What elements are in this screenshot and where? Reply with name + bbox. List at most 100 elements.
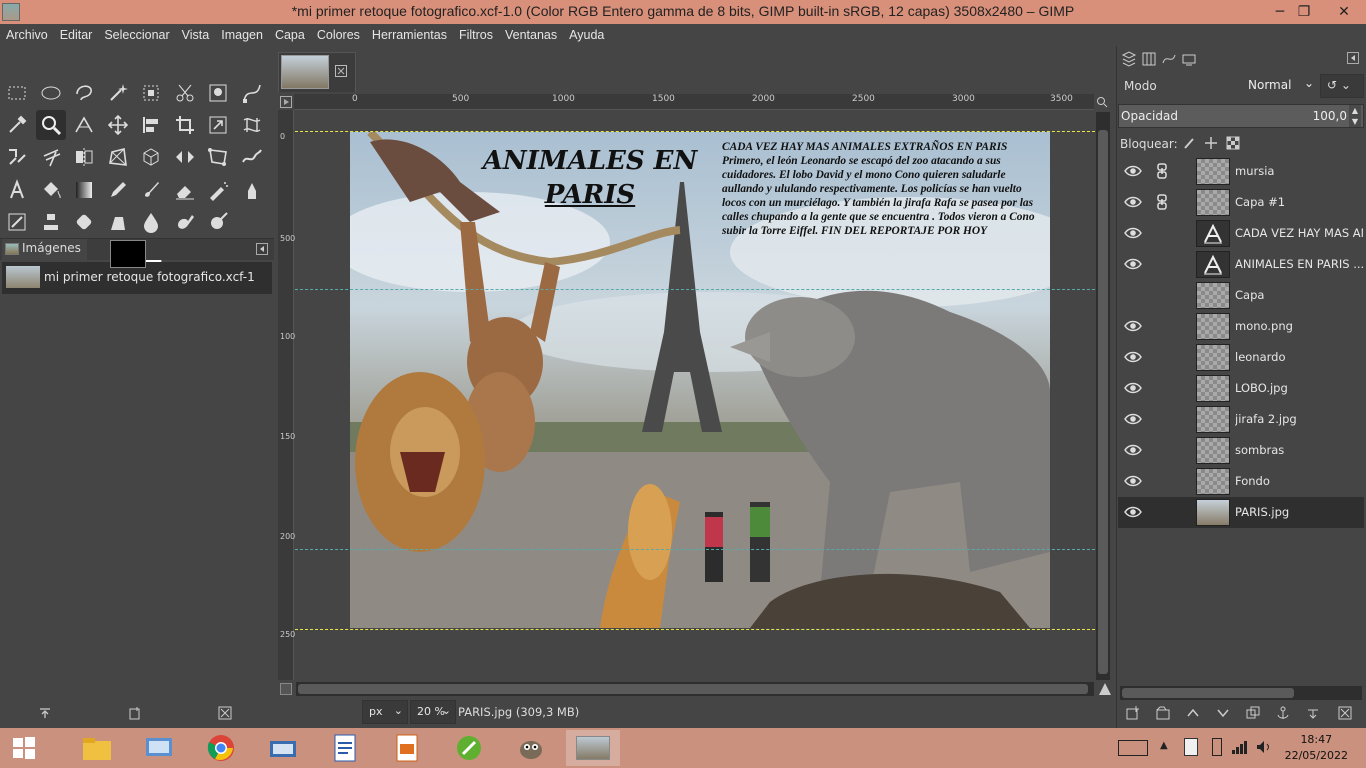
chain-toggle[interactable] xyxy=(1156,473,1168,489)
taskbar-keyboard-app[interactable] xyxy=(256,730,310,766)
chain-toggle[interactable] xyxy=(1156,380,1168,396)
layer-row[interactable]: Capa #1 xyxy=(1118,187,1364,218)
eye-icon[interactable] xyxy=(1124,473,1142,489)
zoom-select[interactable]: 20 % ⌄ xyxy=(410,700,456,724)
chain-toggle[interactable] xyxy=(1156,411,1168,427)
airbrush-icon[interactable] xyxy=(203,175,233,205)
taskbar-impress[interactable] xyxy=(380,730,434,766)
text-tool-icon[interactable] xyxy=(2,175,32,205)
layer-row[interactable]: sombras xyxy=(1118,435,1364,466)
new-layer-icon[interactable] xyxy=(1156,706,1170,723)
layer-row[interactable]: mono.png xyxy=(1118,311,1364,342)
eye-icon[interactable] xyxy=(1124,163,1142,179)
guide-line[interactable] xyxy=(295,549,1095,550)
clock[interactable]: 18:47 22/05/2022 xyxy=(1285,732,1348,764)
align-icon[interactable] xyxy=(136,110,166,140)
warp-icon[interactable] xyxy=(237,142,267,172)
scroll-thumb[interactable] xyxy=(1122,688,1294,698)
pen-tray-icon[interactable] xyxy=(1184,738,1198,756)
layer-name[interactable]: Capa #1 xyxy=(1235,195,1363,209)
channels-tab-icon[interactable] xyxy=(1141,51,1159,69)
merge-layer-icon[interactable] xyxy=(1306,706,1320,723)
eye-icon[interactable] xyxy=(1124,318,1142,334)
clone-icon[interactable] xyxy=(36,207,66,237)
layer-row[interactable]: PARIS.jpg xyxy=(1118,497,1364,528)
toggle-mask-icon[interactable] xyxy=(280,683,292,695)
lock-pixels-icon[interactable] xyxy=(1182,136,1196,150)
chain-icon[interactable] xyxy=(1156,163,1168,179)
layer-name[interactable]: Fondo xyxy=(1235,474,1363,488)
foreground-color[interactable] xyxy=(110,240,146,268)
perspective-clone-icon[interactable] xyxy=(103,207,133,237)
layer-row[interactable]: jirafa 2.jpg xyxy=(1118,404,1364,435)
foreground-select-icon[interactable] xyxy=(203,78,233,108)
chain-toggle[interactable] xyxy=(1156,287,1168,303)
chain-toggle[interactable] xyxy=(1156,349,1168,365)
chain-toggle[interactable] xyxy=(1156,225,1168,241)
unified-transform-icon[interactable] xyxy=(203,110,233,140)
blur-icon[interactable] xyxy=(136,207,166,237)
eye-icon[interactable] xyxy=(1124,256,1142,272)
layer-name[interactable]: mono.png xyxy=(1235,319,1363,333)
layer-row[interactable]: mursia xyxy=(1118,156,1364,187)
chain-toggle[interactable] xyxy=(1156,504,1168,520)
menu-colores[interactable]: Colores xyxy=(311,24,366,42)
anchor-layer-icon[interactable] xyxy=(1276,706,1290,723)
paths-tab-icon[interactable] xyxy=(1161,51,1179,69)
layer-name[interactable]: sombras xyxy=(1235,443,1363,457)
vertical-ruler[interactable]: 0 500 1000 1500 2000 2500 xyxy=(278,110,300,680)
chain-toggle[interactable] xyxy=(1156,442,1168,458)
eye-icon[interactable] xyxy=(1124,194,1142,210)
configure-tab-icon[interactable] xyxy=(256,243,268,255)
layer-name[interactable]: PARIS.jpg xyxy=(1235,505,1363,519)
menu-capa[interactable]: Capa xyxy=(269,24,311,42)
menu-vista[interactable]: Vista xyxy=(176,24,216,42)
scroll-thumb[interactable] xyxy=(298,684,1088,694)
taskbar-chrome[interactable] xyxy=(194,730,248,766)
taskbar-control-panel[interactable] xyxy=(132,730,186,766)
eye-icon[interactable] xyxy=(1124,442,1142,458)
delete-layer-icon[interactable] xyxy=(1338,706,1352,723)
color-picker-icon[interactable] xyxy=(2,110,32,140)
flip-tool-icon[interactable] xyxy=(170,142,200,172)
free-select-icon[interactable] xyxy=(69,78,99,108)
taskbar-file-explorer[interactable] xyxy=(70,730,124,766)
image-canvas[interactable]: ANIMALES EN PARIS CADA VEZ HAY MAS ANIMA… xyxy=(350,132,1050,628)
mode-reset-button[interactable]: ↺ ⌄ xyxy=(1320,74,1364,98)
layer-row[interactable]: Capa xyxy=(1118,280,1364,311)
rect-select-icon[interactable] xyxy=(2,78,32,108)
scissors-icon[interactable] xyxy=(170,78,200,108)
paintbrush-icon[interactable] xyxy=(136,175,166,205)
scroll-thumb[interactable] xyxy=(1098,130,1108,674)
show-hidden-icons-icon[interactable]: ▲ xyxy=(1160,740,1168,751)
chain-icon[interactable] xyxy=(1156,194,1168,210)
navigate-icon[interactable] xyxy=(1098,682,1112,696)
paths-icon[interactable] xyxy=(237,78,267,108)
menu-ventanas[interactable]: Ventanas xyxy=(499,24,563,42)
layer-name[interactable]: leonardo xyxy=(1235,350,1363,364)
taskbar-gimp-image-window[interactable] xyxy=(566,730,620,766)
horizontal-scrollbar[interactable] xyxy=(296,682,1094,696)
select-by-color-icon[interactable] xyxy=(136,78,166,108)
lower-layer-icon[interactable] xyxy=(1216,706,1230,723)
quick-mask-toggle-icon[interactable] xyxy=(280,96,292,108)
eye-icon[interactable] xyxy=(1124,380,1142,396)
menu-imagen[interactable]: Imagen xyxy=(215,24,269,42)
layer-name[interactable]: CADA VEZ HAY MAS ANIMALES xyxy=(1235,226,1363,240)
shear-icon[interactable] xyxy=(36,142,66,172)
opacity-slider[interactable]: Opacidad 100,0 ▲ ▼ xyxy=(1118,104,1364,128)
menu-herramientas[interactable]: Herramientas xyxy=(366,24,453,42)
menu-editar[interactable]: Editar xyxy=(54,24,99,42)
taskbar-inkscape[interactable] xyxy=(442,730,496,766)
zoom-icon[interactable] xyxy=(35,110,66,141)
dodge-burn-icon[interactable] xyxy=(203,207,233,237)
unit-select[interactable]: px ⌄ xyxy=(362,700,408,724)
menu-filtros[interactable]: Filtros xyxy=(453,24,499,42)
heal-icon[interactable] xyxy=(69,207,99,237)
taskbar-writer[interactable] xyxy=(318,730,372,766)
lock-alpha-icon[interactable] xyxy=(1226,136,1240,150)
mypaint-brush-icon[interactable] xyxy=(2,207,32,237)
tab-images[interactable]: Imágenes xyxy=(2,239,87,261)
battery-icon[interactable] xyxy=(1212,738,1222,756)
menu-ayuda[interactable]: Ayuda xyxy=(563,24,610,42)
